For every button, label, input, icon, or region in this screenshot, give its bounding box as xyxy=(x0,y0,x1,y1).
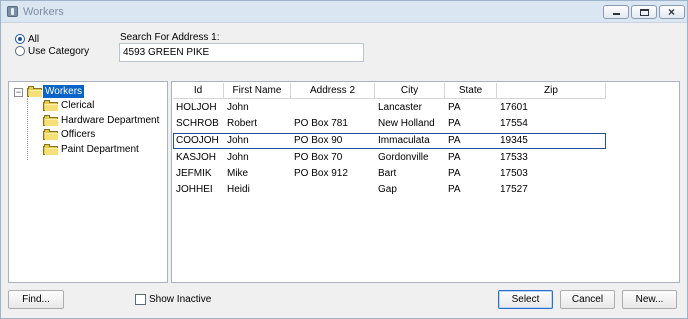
close-button[interactable]: × xyxy=(659,5,685,19)
all-radio[interactable] xyxy=(15,34,25,44)
cell-address-2: PO Box 70 xyxy=(294,152,343,163)
cell-address-2 xyxy=(291,182,375,198)
cell-state: PA xyxy=(448,152,461,163)
cell-state: PA xyxy=(448,184,461,195)
category-tree[interactable]: − Workers Clerical Hardware Department O… xyxy=(8,81,168,283)
cell-city: New Holland xyxy=(378,118,435,129)
table-row[interactable]: KASJOH John PO Box 70 Gordonville PA 175… xyxy=(173,150,606,166)
cell-address-2: PO Box 781 xyxy=(294,118,348,129)
workers-table[interactable]: Id First Name Address 2 City State Zip H… xyxy=(171,81,680,283)
cell-state: PA xyxy=(448,135,461,146)
minimize-icon xyxy=(613,13,620,15)
table-header: Id First Name Address 2 City State Zip xyxy=(173,83,606,99)
table-row[interactable]: JOHHEI Heidi Gap PA 17527 xyxy=(173,182,606,198)
column-header-zip[interactable]: Zip xyxy=(497,83,606,99)
title-bar[interactable]: Workers × xyxy=(1,1,687,23)
cell-city: Lancaster xyxy=(378,102,422,113)
tree-item-workers[interactable]: − Workers xyxy=(9,85,159,98)
cell-zip: 19345 xyxy=(500,135,528,146)
column-header-address-2[interactable]: Address 2 xyxy=(291,83,375,99)
cell-city: Immaculata xyxy=(378,135,430,146)
cell-zip: 17554 xyxy=(500,118,528,129)
folder-icon xyxy=(43,115,58,126)
cell-address-2 xyxy=(291,100,375,116)
cell-first-name: John xyxy=(227,102,249,113)
table-row[interactable]: HOLJOH John Lancaster PA 17601 xyxy=(173,100,606,116)
cell-city: Bart xyxy=(378,168,397,179)
folder-icon xyxy=(43,129,58,140)
cell-first-name: John xyxy=(227,152,249,163)
cell-id: SCHROB xyxy=(176,118,219,129)
show-inactive-label[interactable]: Show Inactive xyxy=(149,294,211,305)
all-radio-label[interactable]: All xyxy=(28,34,39,45)
cell-first-name: Robert xyxy=(227,118,258,129)
workers-window: Workers × All Use Category Search For Ad… xyxy=(0,0,688,319)
cell-state: PA xyxy=(448,168,461,179)
column-header-first-name[interactable]: First Name xyxy=(224,83,291,99)
cell-first-name: Heidi xyxy=(227,184,250,195)
use-category-radio[interactable] xyxy=(15,46,25,56)
tree-item-officers[interactable]: Officers xyxy=(9,128,164,141)
tree-item-label[interactable]: Hardware Department xyxy=(59,114,161,127)
tree-item-hardware-department[interactable]: Hardware Department xyxy=(9,114,164,127)
cell-state: PA xyxy=(448,118,461,129)
cell-id: COOJOH xyxy=(176,135,219,146)
cell-city: Gap xyxy=(378,184,397,195)
table-row[interactable]: SCHROB Robert PO Box 781 New Holland PA … xyxy=(173,116,606,132)
use-category-radio-label[interactable]: Use Category xyxy=(28,46,89,57)
cell-id: JEFMIK xyxy=(176,168,212,179)
tree-item-label[interactable]: Officers xyxy=(59,128,97,141)
cell-address-2: PO Box 912 xyxy=(294,168,348,179)
cell-state: PA xyxy=(448,102,461,113)
tree-item-paint-department[interactable]: Paint Department xyxy=(9,143,164,156)
column-header-id[interactable]: Id xyxy=(173,83,224,99)
app-icon xyxy=(7,6,18,17)
window-title: Workers xyxy=(23,6,64,18)
folder-icon xyxy=(43,144,58,155)
cancel-button[interactable]: Cancel xyxy=(560,290,615,309)
cell-id: HOLJOH xyxy=(176,102,217,113)
cell-address-2: PO Box 90 xyxy=(294,135,343,146)
cell-id: KASJOH xyxy=(176,152,217,163)
tree-item-label[interactable]: Clerical xyxy=(59,99,96,112)
cell-city: Gordonville xyxy=(378,152,429,163)
cell-zip: 17601 xyxy=(500,102,528,113)
maximize-button[interactable] xyxy=(631,5,657,19)
collapse-icon[interactable]: − xyxy=(14,88,23,97)
column-header-city[interactable]: City xyxy=(375,83,445,99)
search-input[interactable]: 4593 GREEN PIKE xyxy=(119,43,364,62)
cell-first-name: Mike xyxy=(227,168,249,179)
cell-id: JOHHEI xyxy=(176,184,213,195)
table-row-selected[interactable]: COOJOH John PO Box 90 Immaculata PA 1934… xyxy=(173,133,606,149)
tree-item-clerical[interactable]: Clerical xyxy=(9,99,164,112)
cell-first-name: John xyxy=(227,135,249,146)
maximize-icon xyxy=(640,9,649,16)
cell-zip: 17533 xyxy=(500,152,528,163)
table-row[interactable]: JEFMIK Mike PO Box 912 Bart PA 17503 xyxy=(173,166,606,182)
cell-zip: 17527 xyxy=(500,184,528,195)
find-button[interactable]: Find... xyxy=(8,290,64,309)
tree-item-label[interactable]: Paint Department xyxy=(59,143,141,156)
folder-open-icon xyxy=(27,86,42,97)
select-button[interactable]: Select xyxy=(498,290,553,309)
folder-icon xyxy=(43,100,58,111)
column-header-state[interactable]: State xyxy=(445,83,497,99)
minimize-button[interactable] xyxy=(603,5,629,19)
cell-zip: 17503 xyxy=(500,168,528,179)
show-inactive-checkbox[interactable] xyxy=(135,294,146,305)
close-icon: × xyxy=(668,5,676,19)
tree-root-label[interactable]: Workers xyxy=(43,85,85,98)
search-label: Search For Address 1: xyxy=(120,32,220,43)
new-button[interactable]: New... xyxy=(622,290,677,309)
